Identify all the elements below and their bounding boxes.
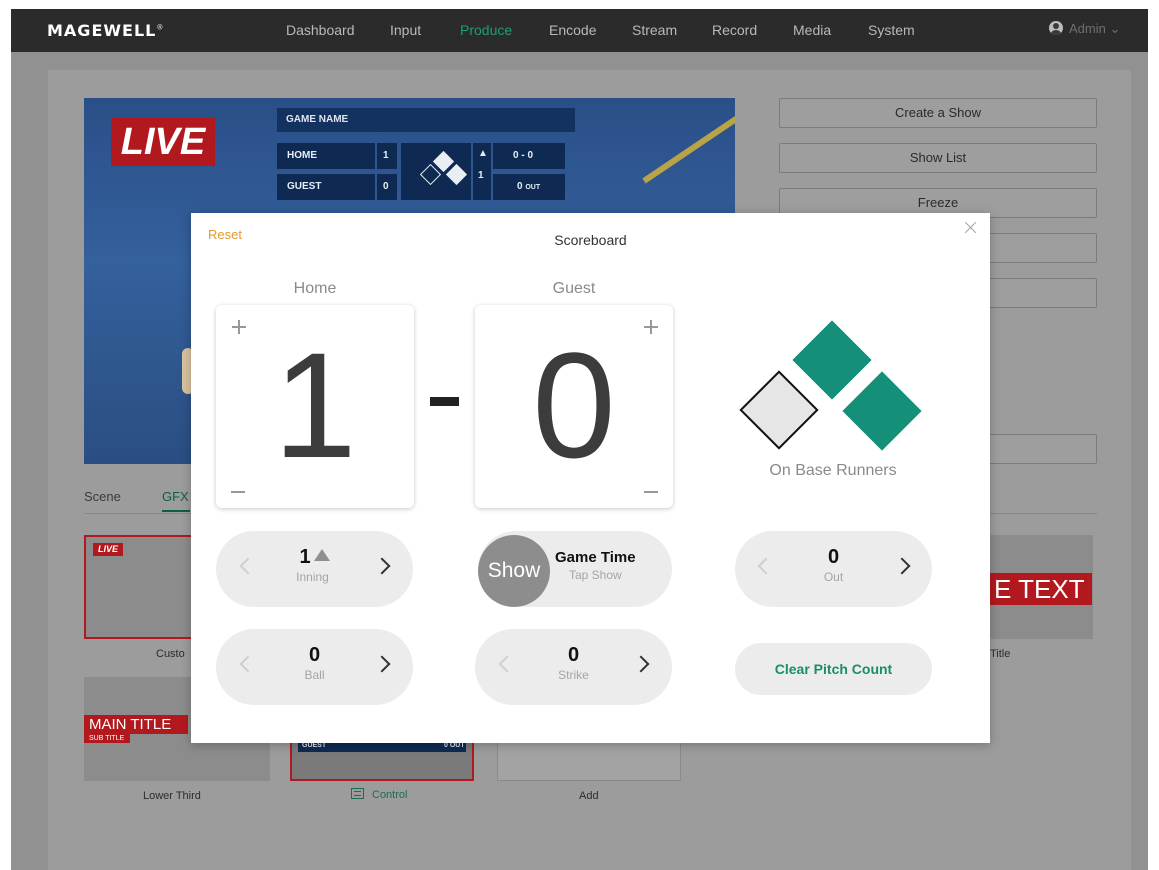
out-control: 0 Out — [735, 531, 932, 607]
ball-control: 0 Ball — [216, 629, 413, 705]
user-icon — [1049, 21, 1063, 35]
scoreboard-home-score: 1 — [377, 143, 397, 169]
home-label: Home — [293, 280, 337, 297]
guest-label: Guest — [552, 280, 596, 297]
nav-item-system[interactable]: System — [868, 22, 915, 38]
on-base-runners-label: On Base Runners — [769, 462, 897, 479]
field-foul-line — [642, 98, 735, 184]
show-list-button[interactable]: Show List — [779, 143, 1097, 173]
gfx-card-custom[interactable]: LIVE — [84, 535, 194, 639]
card-live-badge: LIVE — [93, 543, 123, 556]
strike-control: 0 Strike — [475, 629, 672, 705]
card-label-add: Add — [579, 790, 599, 802]
scoreboard-guest-label: GUEST — [277, 174, 375, 200]
tab-gfx-underline — [162, 510, 190, 512]
inning-up-arrow-icon: ▲ — [478, 148, 488, 159]
home-minus-icon[interactable] — [231, 485, 245, 499]
chevron-down-icon: ⌄ — [1109, 21, 1121, 36]
second-base[interactable] — [792, 320, 872, 400]
scoreboard-overlay: GAME NAME HOME 1 GUEST 0 ▲ 1 0 - 0 0 OUT — [277, 108, 577, 208]
card-label-lower-third: Lower Third — [143, 790, 201, 802]
user-menu[interactable]: Admin ⌄ — [1049, 21, 1120, 37]
create-show-button[interactable]: Create a Show — [779, 98, 1097, 128]
nav-item-record[interactable]: Record — [712, 22, 757, 38]
gfx-card-add[interactable] — [497, 740, 681, 781]
dialog-title: Scoreboard — [554, 232, 627, 248]
mini-guest-label: GUEST — [302, 742, 327, 749]
scoreboard-game-name: GAME NAME — [277, 108, 575, 132]
first-base[interactable] — [842, 371, 922, 451]
scoreboard-dialog: Reset Scoreboard Home 1 Guest 0 On Base … — [191, 213, 990, 743]
score-separator — [430, 397, 459, 406]
nav-item-stream[interactable]: Stream — [632, 22, 677, 38]
control-label: Control — [372, 789, 408, 801]
tab-scene[interactable]: Scene — [84, 489, 121, 504]
scoreboard-inning-value: 1 — [478, 170, 484, 181]
scoreboard-home-label: HOME — [277, 143, 375, 169]
magewell-logo: MAGEWELL® — [47, 21, 165, 40]
side-button-4[interactable] — [985, 233, 1097, 263]
home-score-box: 1 — [216, 305, 414, 508]
inning-value: 1 — [299, 546, 311, 568]
live-badge: LIVE — [111, 118, 215, 166]
gfx-card-scoreboard[interactable]: GUEST 0 OUT — [290, 740, 474, 781]
guest-minus-icon[interactable] — [644, 485, 658, 499]
card-label-custom: Custo — [156, 648, 185, 660]
control-icon — [351, 788, 364, 799]
tab-gfx[interactable]: GFX — [162, 489, 189, 504]
nav-item-media[interactable]: Media — [793, 22, 831, 38]
inning-control: 1 Inning — [216, 531, 413, 607]
home-score: 1 — [273, 321, 357, 489]
guest-score: 0 — [532, 321, 616, 489]
scoreboard-bases-diamond — [419, 150, 471, 194]
third-base[interactable] — [739, 370, 819, 450]
nav-item-produce[interactable]: Produce — [460, 22, 512, 38]
bases-diamond — [733, 317, 933, 472]
nav-item-input[interactable]: Input — [390, 22, 421, 38]
scoreboard-guest-score: 0 — [377, 174, 397, 200]
top-navigation-bar: MAGEWELL® Dashboard Input Produce Encode… — [11, 9, 1148, 52]
control-link[interactable]: Control — [351, 788, 407, 801]
scoreboard-outs: 0 OUT — [493, 174, 565, 200]
inning-top-arrow-icon — [313, 549, 330, 561]
side-button-5[interactable] — [985, 278, 1097, 308]
side-button-6[interactable] — [985, 434, 1097, 464]
scoreboard-outs-value: 0 — [517, 181, 523, 192]
lower-third-sub-title: SUB TITLE — [84, 734, 130, 743]
nav-item-encode[interactable]: Encode — [549, 22, 596, 38]
clear-pitch-count-button[interactable]: Clear Pitch Count — [735, 643, 932, 695]
game-time-text: Game Time Tap Show — [555, 548, 655, 583]
scoreboard-outs-unit: OUT — [525, 184, 541, 191]
guest-score-box: 0 — [475, 305, 673, 508]
lower-third-main-title: MAIN TITLE — [84, 715, 188, 734]
nav-item-dashboard[interactable]: Dashboard — [286, 22, 355, 38]
user-name: Admin — [1069, 21, 1106, 36]
game-time-hint: Tap Show — [569, 568, 622, 582]
card-label-title: Title — [990, 648, 1011, 660]
title-text-banner: E TEXT — [990, 573, 1092, 605]
mini-first-base — [445, 163, 468, 186]
game-time-title: Game Time — [555, 549, 636, 566]
close-icon[interactable] — [963, 220, 979, 236]
show-game-time-button[interactable]: Show — [478, 535, 550, 607]
scoreboard-inning: ▲ 1 — [473, 143, 491, 200]
scoreboard-count: 0 - 0 — [493, 143, 565, 169]
